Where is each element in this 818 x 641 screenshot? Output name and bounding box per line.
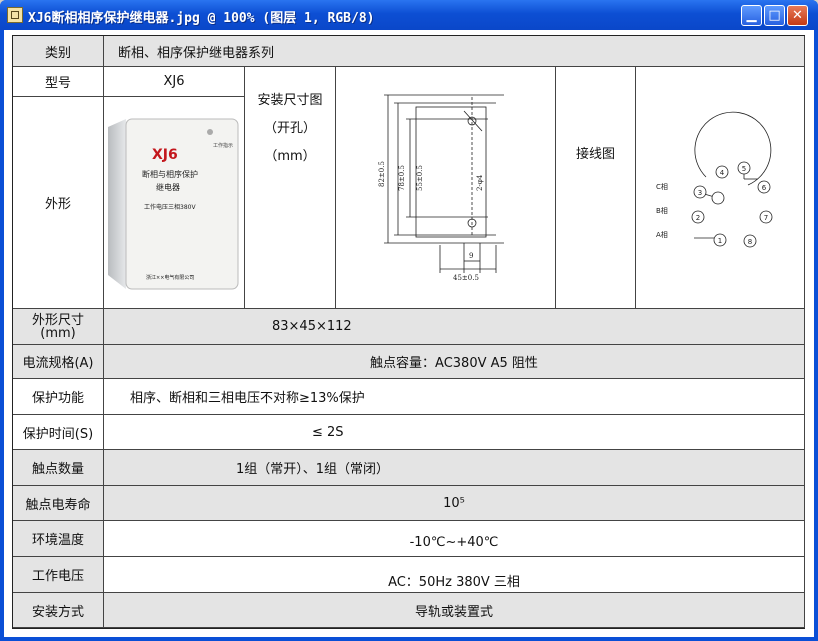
contacts-label: 触点数量 (13, 450, 104, 486)
env-value: -10℃~+40℃ (104, 521, 805, 557)
install-label: 安装尺寸图 (257, 93, 323, 108)
size-value: 83×45×112 (104, 309, 805, 345)
wiring-diagram: C相 B相 A相 1 2 3 4 5 6 7 8 (656, 111, 773, 248)
size-label-line2: (mm) (40, 325, 76, 341)
device-voltage-text: 工作电压三相380V (144, 203, 196, 211)
device-name-line1: 断相与相序保护 (142, 169, 198, 179)
current-value: 触点容量：AC380V A5 阻性 (104, 345, 805, 379)
device-maker-text: 浙江××电气有限公司 (146, 274, 194, 281)
install-unit-label: （mm） (264, 149, 316, 164)
current-label: 电流规格(A) (13, 345, 104, 379)
category-value: 断相、相序保护继电器系列 (104, 36, 805, 67)
voltage-label: 工作电压 (13, 557, 104, 593)
appearance-label: 外形 (13, 97, 104, 309)
window-title: XJ6断相相序保护继电器.jpg @ 100% (图层 1, RGB/8) (28, 11, 375, 26)
mount-value: 导轨或装置式 (104, 593, 805, 628)
install-label-cell: 安装尺寸图 （开孔） （mm） (245, 67, 336, 309)
mount-label: 安装方式 (13, 593, 104, 628)
dim-55: 55±0.5 (416, 165, 424, 191)
wiring-diagram-cell: C相 B相 A相 1 2 3 4 5 6 7 8 (636, 67, 805, 309)
life-label: 触点电寿命 (13, 486, 104, 521)
device-model-text: XJ6 (152, 147, 178, 163)
pin-4: 4 (720, 169, 725, 177)
mounting-dimension-drawing: 82±0.5 78±0.5 55±0.5 2-φ4 9 45±0.5 (378, 94, 504, 282)
close-button[interactable]: ✕ (787, 5, 808, 26)
voltage-value: AC：50Hz 380V 三相 (104, 557, 805, 593)
pin-7: 7 (764, 214, 768, 222)
protect-value: 相序、断相和三相电压不对称≥13%保护 (104, 379, 805, 415)
title-bar[interactable]: XJ6断相相序保护继电器.jpg @ 100% (图层 1, RGB/8) ▁ … (0, 0, 818, 30)
dim-2phi4: 2-φ4 (476, 174, 484, 191)
dim-9: 9 (469, 252, 473, 260)
spec-table: 类别 断相、相序保护继电器系列 型号 XJ6 外形 工作指示 XJ6 断相与相序… (12, 35, 805, 629)
pin-6: 6 (762, 184, 767, 192)
pin-8: 8 (748, 238, 752, 246)
install-drawing-cell: 82±0.5 78±0.5 55±0.5 2-φ4 9 45±0.5 (336, 67, 556, 309)
pin-2: 2 (696, 214, 700, 222)
time-label: 保护时间(S) (13, 415, 104, 450)
env-label: 环境温度 (13, 521, 104, 557)
contacts-value: 1组（常开）、1组（常闭） (104, 450, 805, 486)
dim-82: 82±0.5 (378, 161, 386, 187)
model-label: 型号 (13, 67, 104, 97)
protect-label: 保护功能 (13, 379, 104, 415)
dim-78: 78±0.5 (398, 165, 406, 191)
life-value: 10⁵ (104, 486, 805, 521)
relay-device-image: 工作指示 XJ6 断相与相序保护 继电器 工作电压三相380V 浙江××电气有限… (108, 118, 239, 290)
phase-c-label: C相 (656, 182, 668, 191)
image-file-icon (7, 7, 23, 23)
wiring-label: 接线图 (556, 67, 636, 309)
app-window: XJ6断相相序保护继电器.jpg @ 100% (图层 1, RGB/8) ▁ … (0, 0, 818, 641)
phase-b-label: B相 (656, 206, 668, 215)
device-name-line2: 继电器 (156, 182, 180, 192)
pin-5: 5 (742, 165, 746, 173)
lamp-label: 工作指示 (213, 142, 233, 149)
phase-a-label: A相 (656, 230, 668, 239)
size-label: 外形尺寸 (mm) (13, 309, 104, 345)
image-canvas: 类别 断相、相序保护继电器系列 型号 XJ6 外形 工作指示 XJ6 断相与相序… (4, 30, 814, 637)
install-hole-label: （开孔） (263, 121, 316, 136)
time-value: ≤ 2S (104, 415, 805, 450)
maximize-button[interactable]: □ (764, 5, 785, 26)
size-label-line1: 外形尺寸 (31, 312, 84, 328)
pin-1: 1 (718, 237, 722, 245)
category-label: 类别 (13, 36, 104, 67)
minimize-button[interactable]: ▁ (741, 5, 762, 26)
device-photo-cell: 工作指示 XJ6 断相与相序保护 继电器 工作电压三相380V 浙江××电气有限… (104, 97, 245, 309)
model-value: XJ6 (104, 67, 245, 97)
pin-3: 3 (698, 189, 702, 197)
dim-45: 45±0.5 (453, 274, 479, 282)
